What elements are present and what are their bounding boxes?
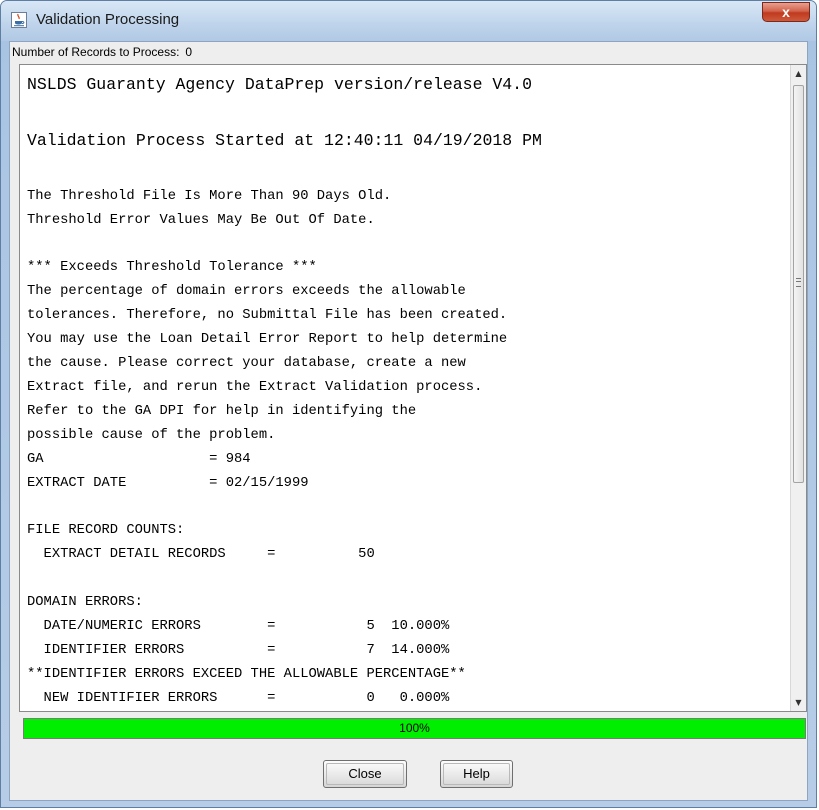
log-line: DATE/NUMERIC ERRORS = 5 10.000%	[27, 619, 450, 634]
log-line: tolerances. Therefore, no Submittal File…	[27, 308, 508, 323]
help-button-label: Help	[443, 763, 510, 785]
scrollbar-thumb[interactable]	[793, 85, 804, 483]
grip-icon	[796, 278, 801, 287]
window-title: Validation Processing	[36, 11, 180, 28]
progress-bar: 100%	[23, 718, 806, 739]
records-to-process: Number of Records to Process: 0	[12, 45, 192, 59]
close-button[interactable]: Close	[323, 760, 407, 788]
dialog-body: Number of Records to Process: 0 NSLDS Gua…	[9, 41, 808, 801]
log-line: the cause. Please correct your database,…	[27, 356, 466, 371]
log-line: NSLDS Guaranty Agency DataPrep version/r…	[27, 75, 532, 94]
log-scroll-pane[interactable]: NSLDS Guaranty Agency DataPrep version/r…	[19, 64, 807, 712]
log-line: EXTRACT DETAIL RECORDS = 50	[27, 547, 375, 562]
log-line: DOMAIN ERRORS:	[27, 595, 143, 610]
log-line: The percentage of domain errors exceeds …	[27, 284, 466, 299]
close-button-label: Close	[326, 763, 404, 785]
log-line: Refer to the GA DPI for help in identify…	[27, 404, 417, 419]
log-line: **IDENTIFIER ERRORS EXCEED THE ALLOWABLE…	[27, 667, 466, 682]
log-line: FILE RECORD COUNTS:	[27, 523, 185, 538]
progress-label: 100%	[399, 721, 430, 735]
help-button[interactable]: Help	[440, 760, 513, 788]
log-line: NEW IDENTIFIER ERRORS = 0 0.000%	[27, 691, 450, 706]
log-line: EXTRACT DATE = 02/15/1999	[27, 476, 309, 491]
log-text-area[interactable]: NSLDS Guaranty Agency DataPrep version/r…	[20, 65, 792, 711]
log-line: Validation Process Started at 12:40:11 0…	[27, 131, 542, 150]
log-line: possible cause of the problem.	[27, 428, 276, 443]
title-bar[interactable]: Validation Processing x	[1, 1, 816, 41]
log-line: You may use the Loan Detail Error Report…	[27, 332, 508, 347]
vertical-scrollbar[interactable]: ▲ ▼	[790, 65, 806, 711]
log-line: The Threshold File Is More Than 90 Days …	[27, 189, 392, 204]
log-line: Extract file, and rerun the Extract Vali…	[27, 380, 483, 395]
scroll-up-arrow-icon[interactable]: ▲	[791, 65, 806, 82]
log-line: Threshold Error Values May Be Out Of Dat…	[27, 213, 375, 228]
window-close-button[interactable]: x	[762, 2, 810, 22]
validation-processing-window: Validation Processing x Number of Record…	[0, 0, 817, 808]
log-line: IDENTIFIER ERRORS = 7 14.000%	[27, 643, 450, 658]
scroll-down-arrow-icon[interactable]: ▼	[791, 694, 806, 711]
records-value: 0	[185, 45, 193, 59]
records-label: Number of Records to Process:	[12, 45, 180, 59]
java-cup-icon	[11, 12, 27, 28]
log-line: GA = 984	[27, 452, 251, 467]
log-line: *** Exceeds Threshold Tolerance ***	[27, 260, 317, 275]
